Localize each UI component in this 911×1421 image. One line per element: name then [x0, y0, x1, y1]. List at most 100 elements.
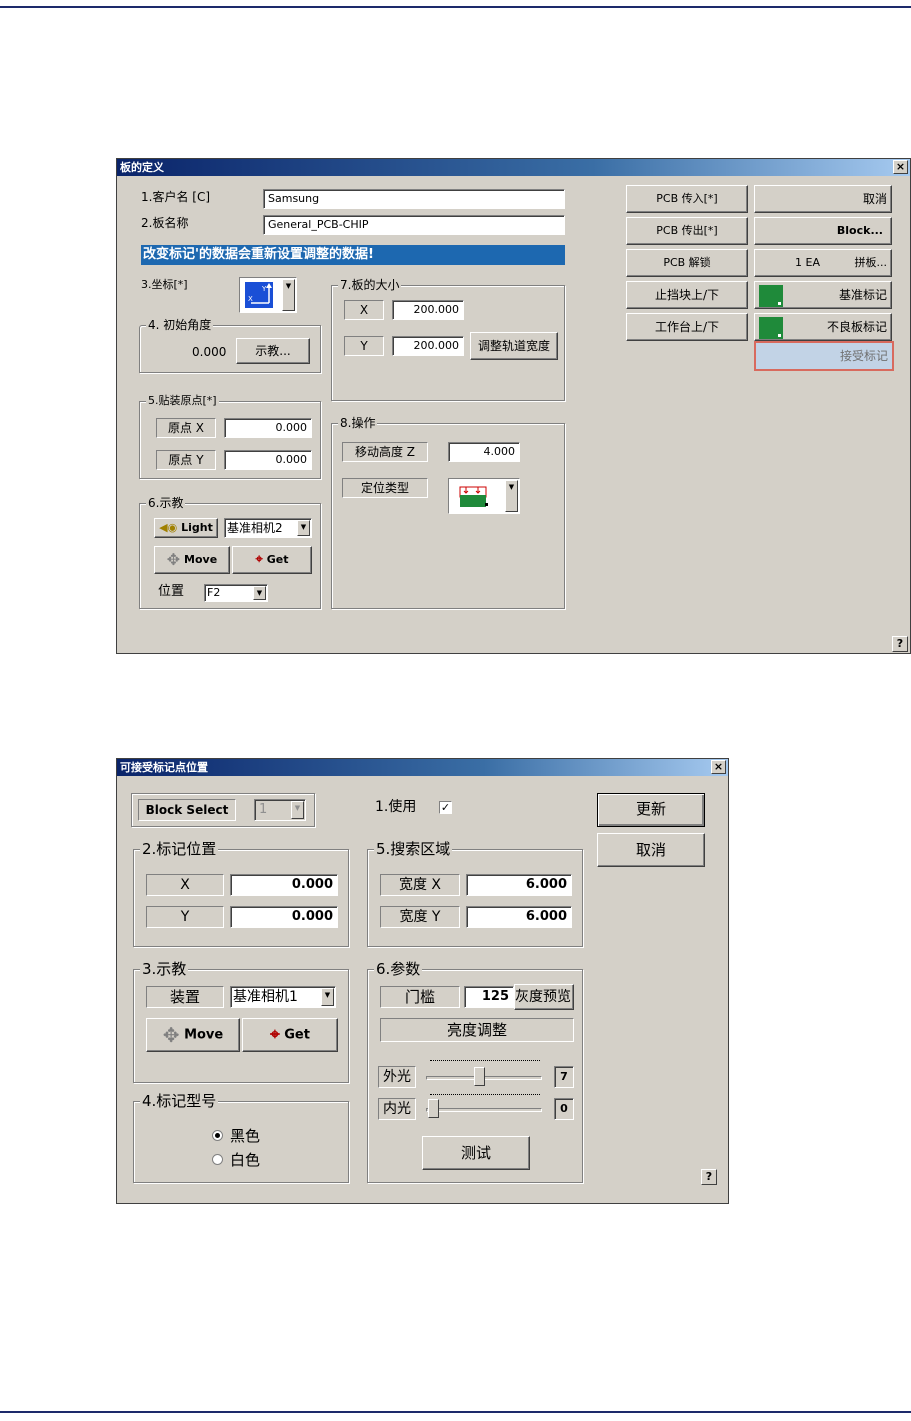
width-x-field[interactable]: 6.000: [466, 874, 572, 896]
block-select-group: Block Select 1 ▼: [131, 793, 315, 827]
chevron-down-icon: ▼: [282, 279, 295, 311]
mount-origin-group: 5.贴装原点[*] 原点 X 0.000 原点 Y 0.000: [139, 393, 321, 479]
inner-light-label: 内光: [378, 1098, 416, 1120]
mark-x-field[interactable]: 0.000: [230, 874, 338, 896]
mark-position-title: 2.标记位置: [140, 840, 219, 858]
position-dropdown[interactable]: F2 ▼: [204, 584, 268, 602]
pcb-unlock-button[interactable]: PCB 解锁: [626, 249, 748, 277]
camera-dropdown[interactable]: 基准相机2 ▼: [224, 518, 312, 538]
outer-slider-thumb[interactable]: [474, 1067, 485, 1086]
get-button[interactable]: ⌖ Get: [242, 1018, 338, 1052]
brightness-adjust-label[interactable]: 亮度调整: [380, 1018, 574, 1042]
pcb-in-button[interactable]: PCB 传入[*]: [626, 185, 748, 213]
gray-preview-button[interactable]: 灰度预览: [514, 984, 574, 1010]
update-button[interactable]: 更新: [597, 793, 705, 827]
device-label: 装置: [146, 986, 224, 1008]
bulb-icon: ◀◉: [159, 521, 178, 534]
camera-value: 基准相机2: [227, 521, 283, 535]
mark-position-group: 2.标记位置 X 0.000 Y 0.000: [133, 841, 349, 947]
width-y-field[interactable]: 6.000: [466, 906, 572, 928]
adjust-rail-width-button[interactable]: 调整轨道宽度: [470, 332, 558, 360]
locate-type-icon: [459, 486, 488, 507]
threshold-label: 门槛: [380, 986, 460, 1008]
outer-slider-ticks: [430, 1060, 540, 1063]
use-checkbox[interactable]: ✓: [439, 801, 452, 814]
pcb-out-button[interactable]: PCB 传出[*]: [626, 217, 748, 245]
teach-button[interactable]: 示教...: [236, 338, 310, 364]
board-name-field[interactable]: General_PCB-CHIP: [263, 215, 565, 235]
black-radio[interactable]: [212, 1130, 223, 1141]
stopper-button[interactable]: 止挡块上/下: [626, 281, 748, 309]
warning-banner: 改变标记'的数据会重新设置调整的数据!: [141, 245, 565, 265]
cancel-button[interactable]: 取消: [754, 185, 892, 213]
device-dropdown[interactable]: 基准相机1 ▼: [230, 986, 336, 1008]
position-value: F2: [207, 586, 221, 599]
mark-type-group: 4.标记型号 黑色 白色: [133, 1093, 349, 1183]
get-button[interactable]: ⌖ Get: [232, 546, 312, 574]
size-x-label: X: [344, 300, 384, 320]
operation-title: 8.操作: [338, 415, 378, 431]
svg-text:Y: Y: [261, 285, 267, 293]
outer-light-label: 外光: [378, 1066, 416, 1088]
dialog-title: 板的定义: [117, 159, 910, 176]
light-button[interactable]: ◀◉ Light: [154, 518, 218, 538]
mark-y-field[interactable]: 0.000: [230, 906, 338, 928]
get-label: Get: [266, 553, 289, 566]
table-button[interactable]: 工作台上/下: [626, 313, 748, 341]
block-select-label: Block Select: [138, 799, 236, 821]
inner-slider-thumb[interactable]: [428, 1099, 439, 1118]
use-label: 1.使用: [375, 799, 417, 815]
bad-board-mark-button[interactable]: 不良板标记: [754, 313, 892, 341]
fiducial-mark-button[interactable]: 基准标记: [754, 281, 892, 309]
close-icon[interactable]: ×: [893, 160, 908, 174]
teach-title: 6.示教: [146, 495, 186, 511]
help-button[interactable]: ?: [701, 1169, 717, 1185]
move-button[interactable]: ✥ Move: [154, 546, 230, 574]
white-radio[interactable]: [212, 1154, 223, 1165]
move-button[interactable]: ✥ Move: [146, 1018, 240, 1052]
panel-button[interactable]: 1 EA 拼板...: [754, 249, 892, 277]
chevron-down-icon: ▼: [291, 801, 304, 819]
fiducial-mark-icon: [759, 285, 783, 307]
customer-field[interactable]: Samsung: [263, 189, 565, 209]
locate-type-dropdown[interactable]: ▼: [448, 478, 520, 514]
board-size-group: 7.板的大小 X 200.000 Y 200.000 调整轨道宽度: [331, 277, 565, 401]
close-icon[interactable]: ×: [711, 760, 726, 774]
move-z-field[interactable]: 4.000: [448, 442, 520, 462]
mark-x-label: X: [146, 874, 224, 896]
test-button[interactable]: 测试: [422, 1136, 530, 1170]
fiducial-mark-label: 基准标记: [838, 288, 887, 302]
svg-text:X: X: [248, 295, 253, 303]
inner-slider-ticks: [430, 1094, 540, 1097]
block-select-value: 1: [259, 802, 268, 817]
size-x-field[interactable]: 200.000: [392, 300, 464, 320]
inner-slider-track: [426, 1108, 542, 1112]
coordinate-dropdown[interactable]: Y X ▼: [239, 277, 297, 313]
teach-group: 3.示教 装置 基准相机1 ▼ ✥ Move ⌖ Get: [133, 961, 349, 1083]
white-label: 白色: [230, 1151, 261, 1169]
device-value: 基准相机1: [233, 989, 298, 1005]
locate-type-label: 定位类型: [342, 478, 428, 498]
move-icon: ✥: [162, 1023, 180, 1047]
bad-mark-icon: [759, 317, 783, 339]
board-definition-dialog: 板的定义 × 1.客户名 [C] Samsung 2.板名称 General_P…: [116, 158, 911, 654]
mark-type-title: 4.标记型号: [140, 1092, 219, 1110]
light-label: Light: [181, 521, 213, 534]
cancel-button[interactable]: 取消: [597, 833, 705, 867]
inner-light-value: 0: [554, 1098, 574, 1120]
black-label: 黑色: [230, 1127, 261, 1145]
size-y-field[interactable]: 200.000: [392, 336, 464, 356]
bottom-rule: [0, 1411, 911, 1413]
chevron-down-icon: ▼: [253, 586, 266, 600]
accept-mark-button[interactable]: 接受标记: [754, 341, 894, 371]
origin-x-field[interactable]: 0.000: [224, 418, 312, 438]
parameters-group: 6.参数 门槛 125 灰度预览 亮度调整 外光 7 内光 0 测试: [367, 961, 583, 1183]
radio-dot: [215, 1133, 220, 1138]
origin-y-label: 原点 Y: [156, 450, 216, 470]
block-select-dropdown[interactable]: 1 ▼: [254, 799, 306, 821]
help-button[interactable]: ?: [892, 636, 908, 652]
threshold-field[interactable]: 125: [464, 986, 514, 1008]
origin-y-field[interactable]: 0.000: [224, 450, 312, 470]
block-button[interactable]: Block...: [754, 217, 892, 245]
get-icon: ⌖: [270, 1025, 280, 1045]
